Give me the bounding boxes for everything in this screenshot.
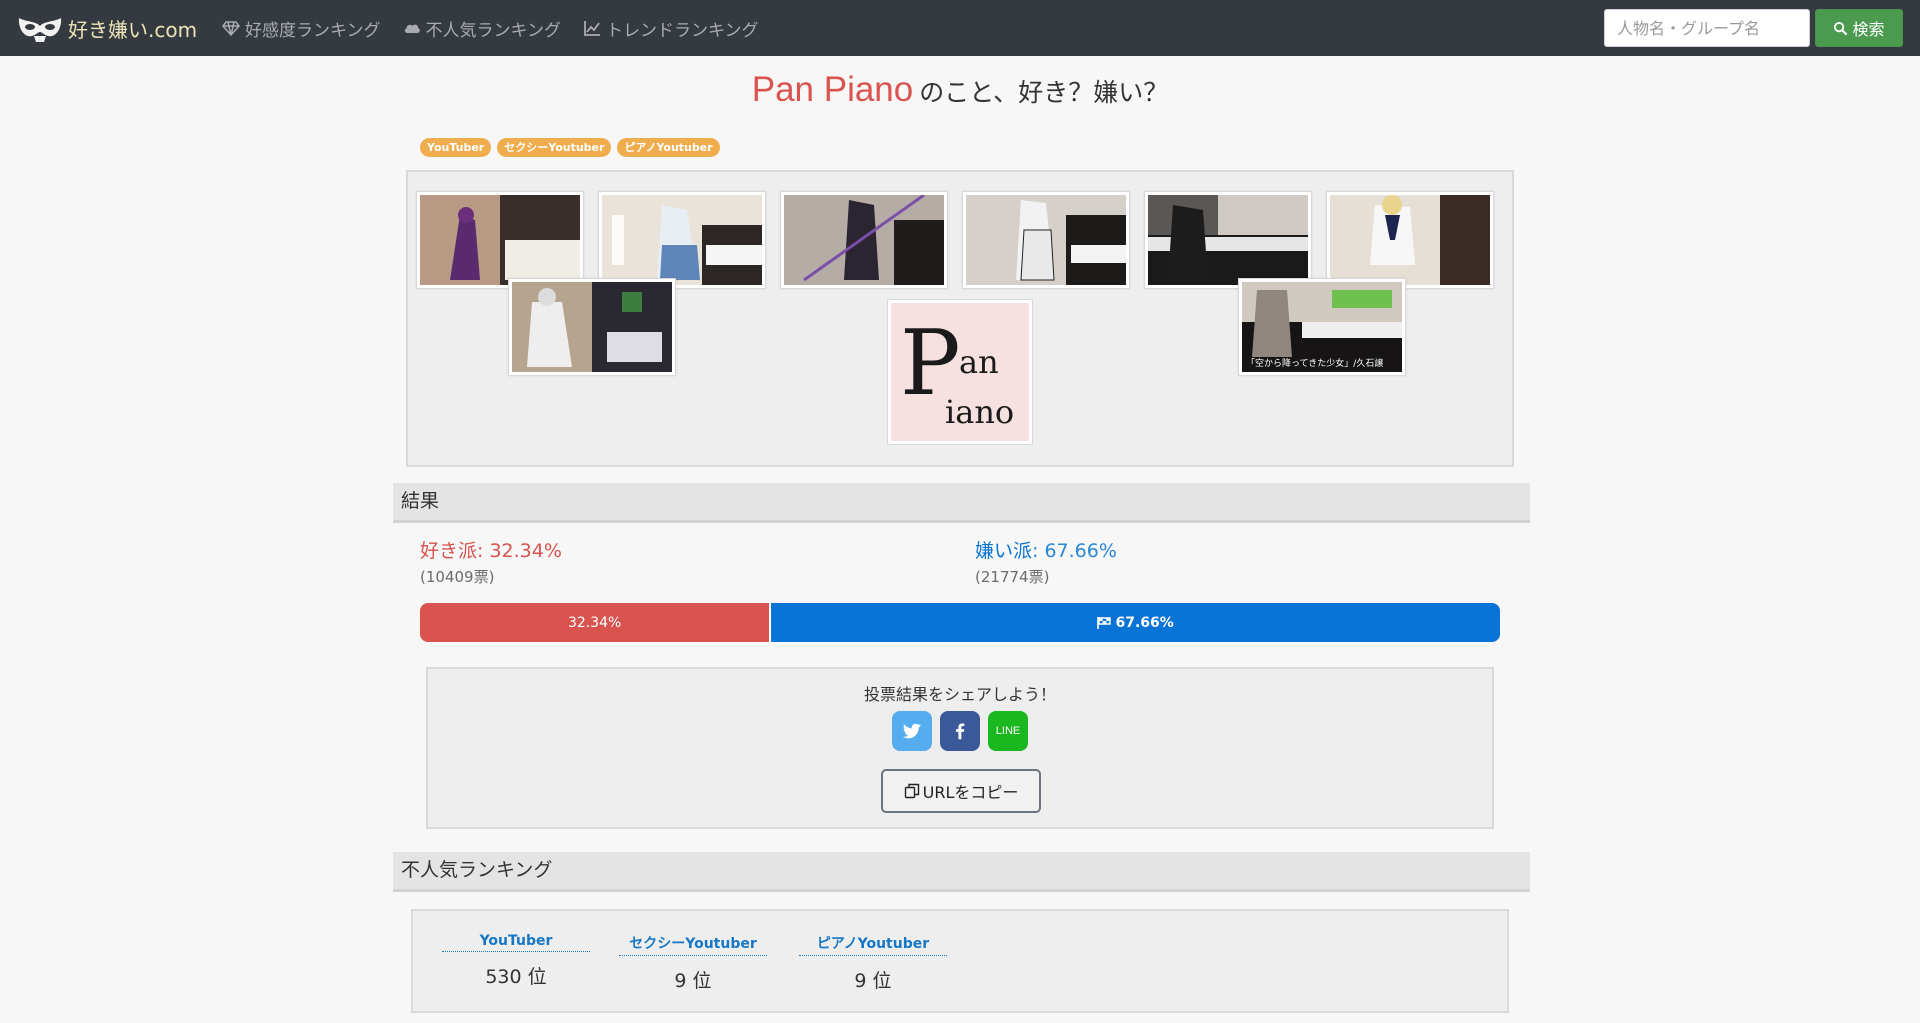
nav-label: 不人気ランキング xyxy=(425,20,562,41)
ranking-position: 9 位 xyxy=(854,970,892,992)
navbar: 好き嫌い.com 好感度ランキング 不人気ランキング トレンドランキング 検索 xyxy=(0,0,1920,56)
gallery-thumbnail[interactable]: 「空から降ってきた少女」/久石譲 xyxy=(1238,278,1406,376)
nav-unpopular-ranking[interactable]: 不人気ランキング xyxy=(403,16,562,41)
gallery-thumbnail[interactable] xyxy=(780,191,948,289)
like-result: 好き派: 32.34% xyxy=(420,540,562,562)
brand[interactable]: 好き嫌い.com xyxy=(16,9,197,47)
image-gallery: 「空から降ってきた少女」/久石譲 P an iano xyxy=(406,170,1514,467)
gallery-thumbnail[interactable] xyxy=(962,191,1130,289)
gallery-thumbnail[interactable] xyxy=(1326,191,1494,289)
copy-url-label: URLをコピー xyxy=(922,783,1019,802)
diamond-icon xyxy=(222,21,240,37)
brand-name: 好き嫌い.com xyxy=(68,17,198,42)
search-button-label: 検索 xyxy=(1852,20,1885,39)
like-percent: 32.34% xyxy=(489,540,562,562)
copy-icon xyxy=(904,783,919,799)
gallery-thumbnail[interactable] xyxy=(508,278,676,376)
tag-sexy-youtuber[interactable]: セクシーYoutuber xyxy=(497,138,612,157)
result-progress-bar: 32.34% 67.66% xyxy=(420,603,1500,642)
like-label: 好き派 xyxy=(420,540,478,562)
nav-favorability-ranking[interactable]: 好感度ランキング xyxy=(222,16,381,41)
like-votes: (10409票) xyxy=(420,568,495,586)
copy-url-button[interactable]: URLをコピー xyxy=(881,769,1041,813)
tag-list: YouTuber セクシーYoutuber ピアノYoutuber xyxy=(420,138,726,157)
result-header: 結果 xyxy=(393,483,1530,523)
line-chart-icon xyxy=(584,21,600,36)
page-title: Pan Piano のこと、好き？嫌い？ xyxy=(0,70,1920,110)
line-icon: LINE xyxy=(995,725,1021,737)
line-share-button[interactable]: LINE xyxy=(988,711,1028,751)
dislike-votes: (21774票) xyxy=(975,568,1050,586)
ranking-position: 9 位 xyxy=(674,970,712,992)
nav-label: 好感度ランキング xyxy=(245,20,381,41)
search-button[interactable]: 検索 xyxy=(1815,9,1903,47)
nav-menu: 好感度ランキング 不人気ランキング トレンドランキング xyxy=(222,0,781,56)
ranking-item: YouTuber 530 位 xyxy=(442,933,590,989)
share-buttons: LINE xyxy=(428,711,1492,751)
ranking-panel: YouTuber 530 位 セクシーYoutuber 9 位 ピアノYoutu… xyxy=(411,909,1509,1013)
ranking-item: ピアノYoutuber 9 位 xyxy=(799,933,947,993)
gallery-thumbnail[interactable] xyxy=(1144,191,1312,289)
tag-piano-youtuber[interactable]: ピアノYoutuber xyxy=(617,138,720,157)
search-input[interactable] xyxy=(1604,9,1810,47)
ranking-item: セクシーYoutuber 9 位 xyxy=(619,933,767,993)
twitter-share-button[interactable] xyxy=(892,711,932,751)
gallery-thumbnail[interactable] xyxy=(416,191,584,289)
share-panel: 投票結果をシェアしよう！ LINE URLをコピー xyxy=(426,667,1494,829)
pan-piano-logo-image[interactable]: P an iano xyxy=(887,299,1033,445)
title-question: のこと、好き？嫌い？ xyxy=(919,78,1169,107)
dislike-bar: 67.66% xyxy=(769,603,1500,642)
mask-logo-icon xyxy=(18,18,62,42)
person-name: Pan Piano xyxy=(751,70,914,109)
unpopular-ranking-header: 不人気ランキング xyxy=(393,852,1530,892)
dislike-result: 嫌い派: 67.66% xyxy=(975,540,1117,562)
dislike-label: 嫌い派 xyxy=(975,540,1033,562)
flag-icon xyxy=(1097,616,1112,629)
facebook-share-button[interactable] xyxy=(940,711,980,751)
ranking-category-link[interactable]: セクシーYoutuber xyxy=(619,933,767,956)
twitter-icon xyxy=(902,723,922,739)
dislike-bar-label: 67.66% xyxy=(1115,614,1174,631)
nav-label: トレンドランキング xyxy=(606,20,759,41)
ranking-category-link[interactable]: YouTuber xyxy=(442,933,590,952)
ranking-category-link[interactable]: ピアノYoutuber xyxy=(799,933,947,956)
facebook-icon xyxy=(955,723,965,740)
ranking-position: 530 位 xyxy=(485,966,547,988)
search-icon xyxy=(1834,21,1848,35)
thumbnail-caption: 「空から降ってきた少女」/久石譲 xyxy=(1246,359,1384,369)
dislike-percent: 67.66% xyxy=(1044,540,1117,562)
cloud-icon xyxy=(404,24,420,33)
like-bar-label: 32.34% xyxy=(567,614,622,631)
like-bar: 32.34% xyxy=(420,603,770,642)
tag-youtuber[interactable]: YouTuber xyxy=(420,138,492,157)
nav-trend-ranking[interactable]: トレンドランキング xyxy=(583,16,759,41)
gallery-thumbnail[interactable] xyxy=(598,191,766,289)
share-prompt: 投票結果をシェアしよう！ xyxy=(863,685,1056,704)
